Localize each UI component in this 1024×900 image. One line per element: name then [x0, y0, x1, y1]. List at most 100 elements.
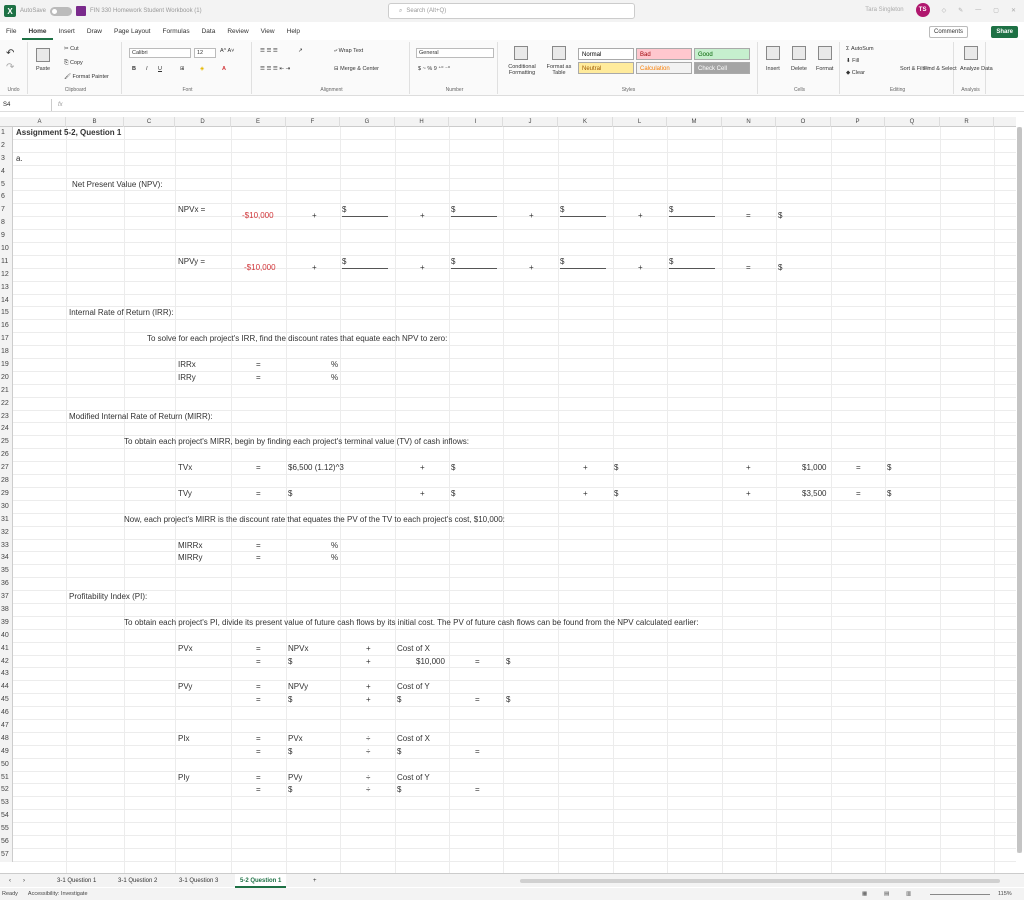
add-sheet-button[interactable]: +	[308, 874, 322, 888]
row-number[interactable]: 40	[0, 629, 13, 643]
row-number[interactable]: 29	[0, 487, 13, 501]
cell-j42[interactable]: $	[506, 656, 510, 669]
style-check-cell[interactable]: Check Cell	[694, 62, 750, 74]
row-number[interactable]: 26	[0, 449, 13, 463]
wrap-text-button[interactable]: ⤶ Wrap Text	[334, 48, 363, 55]
insert-cells-button[interactable]: Insert	[766, 66, 780, 72]
row-number[interactable]: 10	[0, 243, 13, 256]
col-header-l[interactable]: L	[613, 117, 667, 127]
cell-q27[interactable]: $	[887, 462, 891, 475]
cell-d51[interactable]: PIy	[178, 772, 190, 785]
cell-f41[interactable]: NPVx	[288, 643, 308, 656]
cell-b37[interactable]: Profitability Index (PI):	[69, 591, 147, 604]
row-number[interactable]: 3	[0, 152, 13, 166]
row-number[interactable]: 12	[0, 268, 13, 282]
col-header-p[interactable]: P	[831, 117, 885, 127]
cut-button[interactable]: ✂ Cut	[64, 46, 79, 52]
row-number[interactable]: 15	[0, 307, 13, 321]
conditional-formatting-button[interactable]: Conditional Formatting	[502, 64, 542, 76]
cell-h44[interactable]: Cost of Y	[397, 681, 430, 694]
col-header-k[interactable]: K	[558, 117, 613, 127]
row-number[interactable]: 35	[0, 565, 13, 579]
cell-l27[interactable]: $	[614, 462, 618, 475]
cell-d34[interactable]: MIRRy	[178, 552, 202, 565]
row-number[interactable]: 44	[0, 681, 13, 695]
insert-cells-icon[interactable]	[766, 46, 780, 60]
cell-j45[interactable]: $	[506, 694, 510, 707]
row-number[interactable]: 49	[0, 745, 13, 759]
fx-icon[interactable]: fx	[52, 102, 69, 108]
diamond-icon[interactable]: ◇	[942, 7, 947, 14]
col-header-g[interactable]: G	[340, 117, 395, 127]
cell-d41[interactable]: PVx	[178, 643, 193, 656]
row-number[interactable]: 28	[0, 475, 13, 488]
cell-a1[interactable]: Assignment 5-2, Question 1	[16, 127, 121, 140]
file-name[interactable]: FIN 330 Homework Student Workbook (1)	[90, 8, 202, 14]
cell-d27[interactable]: TVx	[178, 462, 192, 475]
row-number[interactable]: 27	[0, 462, 13, 476]
cell-f33[interactable]: %	[331, 540, 338, 553]
page-break-view-icon[interactable]: ▥	[906, 891, 911, 897]
fill-button[interactable]: ⬇ Fill	[846, 58, 859, 64]
cell-h49[interactable]: $	[397, 746, 401, 759]
row-number[interactable]: 20	[0, 371, 13, 385]
style-neutral[interactable]: Neutral	[578, 62, 634, 74]
font-name-select[interactable]: Calibri	[129, 48, 191, 58]
row-number[interactable]: 52	[0, 784, 13, 798]
cell-c39[interactable]: To obtain each project's PI, divide its …	[124, 617, 699, 630]
cell-a3[interactable]: a.	[16, 153, 23, 166]
col-header-m[interactable]: M	[667, 117, 722, 127]
row-number[interactable]: 45	[0, 694, 13, 708]
cell-d19[interactable]: IRRx	[178, 359, 196, 372]
row-number[interactable]: 2	[0, 139, 13, 153]
row-number[interactable]: 55	[0, 823, 13, 836]
row-number[interactable]: 31	[0, 513, 13, 527]
row-number[interactable]: 38	[0, 603, 13, 617]
row-number[interactable]: 34	[0, 552, 13, 566]
autosave-toggle[interactable]	[50, 6, 73, 16]
cell-m7[interactable]: $	[669, 204, 715, 218]
row-number[interactable]: 36	[0, 578, 13, 592]
row-number[interactable]: 18	[0, 346, 13, 360]
delete-cells-button[interactable]: Delete	[791, 66, 807, 72]
cell-d33[interactable]: MIRRx	[178, 540, 202, 553]
cell-c25[interactable]: To obtain each project's MIRR, begin by …	[124, 436, 469, 449]
row-number[interactable]: 47	[0, 719, 13, 733]
row-number[interactable]: 43	[0, 668, 13, 682]
row-number[interactable]: 42	[0, 655, 13, 669]
cell-f52[interactable]: $	[288, 784, 292, 797]
zoom-level[interactable]: 115%	[998, 891, 1012, 897]
find-select-button[interactable]: Find & Select	[924, 66, 957, 72]
name-box[interactable]: S4	[0, 98, 52, 111]
conditional-formatting-icon[interactable]	[514, 46, 528, 60]
accounting-format-icon[interactable]: $ ~ % 9 ⁺⁰ ⁻⁰	[418, 66, 450, 72]
fill-color-button[interactable]: ◈	[200, 66, 204, 72]
sheet-tab-3[interactable]: 3-1 Question 3	[174, 874, 223, 888]
row-number[interactable]: 17	[0, 333, 13, 347]
cell-d44[interactable]: PVy	[178, 681, 192, 694]
font-size-select[interactable]: 12	[194, 48, 216, 58]
undo-icon[interactable]: ↶	[6, 48, 14, 59]
row-number[interactable]: 11	[0, 255, 13, 269]
cell-f19[interactable]: %	[331, 359, 338, 372]
merge-center-button[interactable]: ⊟ Merge & Center	[334, 66, 379, 72]
row-number[interactable]: 33	[0, 539, 13, 553]
cell-f29[interactable]: $	[288, 488, 292, 501]
normal-view-icon[interactable]: ▦	[862, 891, 867, 897]
cell-b23[interactable]: Modified Internal Rate of Return (MIRR):	[69, 411, 213, 424]
row-number[interactable]: 23	[0, 410, 13, 424]
row-number[interactable]: 25	[0, 436, 13, 450]
delete-cells-icon[interactable]	[792, 46, 806, 60]
zoom-slider[interactable]	[930, 894, 990, 895]
analyze-data-icon[interactable]	[964, 46, 978, 60]
cell-f49[interactable]: $	[288, 746, 292, 759]
align-top-icon[interactable]: ☰ ☰ ☰	[260, 48, 278, 54]
cell-h52[interactable]: $	[397, 784, 401, 797]
row-number[interactable]: 14	[0, 294, 13, 308]
row-number[interactable]: 21	[0, 384, 13, 398]
cell-o27[interactable]: $1,000	[802, 462, 826, 475]
page-layout-view-icon[interactable]: ▤	[884, 891, 889, 897]
row-number[interactable]: 30	[0, 500, 13, 514]
close-icon[interactable]: ✕	[1011, 7, 1016, 14]
paste-button[interactable]: Paste	[36, 66, 50, 72]
